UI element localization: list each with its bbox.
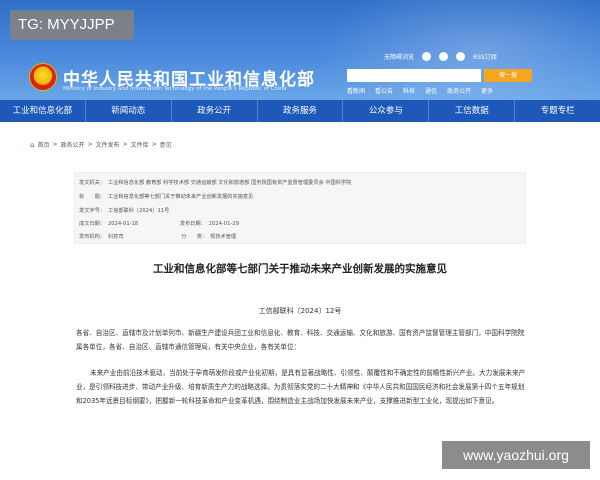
meta-value: 工业和信息化部等七部门关于推动未来产业创新发展的实施意见: [107, 194, 254, 200]
meta-value: 科技司: [107, 234, 124, 240]
meta-value: 2024-01-29: [208, 221, 239, 227]
hot-word-link[interactable]: 看新闻: [347, 86, 365, 95]
hot-word-link[interactable]: 更多: [481, 86, 493, 95]
breadcrumb: ⌂ 首页 > 政务公开 > 文件发布 > 文件库 > 意见: [30, 140, 172, 150]
meta-value: 2024-01-18: [107, 221, 139, 227]
nav-item-gov-affairs[interactable]: 政务公开: [172, 100, 258, 122]
meta-label: 分 类：: [181, 234, 208, 240]
meta-value: 工业和信息化部 教育部 科学技术部 交通运输部 文化和旅游部 国务院国有资产监督…: [107, 180, 352, 186]
top-links: 无障碍浏览 ▯ ● ◉ RSS订阅: [384, 52, 497, 61]
nav-item-topics[interactable]: 专题专栏: [515, 100, 600, 122]
nav-item-public-participation[interactable]: 公众参与: [343, 100, 430, 122]
document-number: 工信部联科〔2024〕12号: [258, 307, 342, 315]
meta-value: 工信部联科〔2024〕11号: [107, 208, 170, 214]
national-emblem-icon: [29, 63, 57, 91]
tg-overlay-label: TG: MYYJJPP: [10, 10, 134, 40]
meta-row-org: 发布机构： 科技司 分 类： 规技术管理: [79, 233, 236, 240]
mobile-icon[interactable]: ▯: [422, 52, 432, 61]
breadcrumb-item[interactable]: 意见: [160, 140, 172, 149]
meta-row-doc-no: 发文字号： 工信部联科〔2024〕11号: [79, 207, 169, 214]
weibo-icon[interactable]: ●: [439, 52, 449, 61]
accessibility-link[interactable]: 无障碍浏览: [384, 52, 414, 61]
meta-label: 发文字号：: [79, 208, 105, 214]
nav-item-news[interactable]: 新闻动态: [86, 100, 172, 122]
breadcrumb-item[interactable]: 政务公开: [61, 140, 85, 149]
site-subtitle: Ministry of Industry and Information Tec…: [63, 86, 287, 92]
meta-label: 成文日期：: [79, 221, 105, 227]
hot-word-link[interactable]: 政务公开: [447, 86, 471, 95]
document-meta-table: 发文机关： 工业和信息化部 教育部 科学技术部 交通运输部 文化和旅游部 国务院国…: [74, 172, 526, 244]
wechat-icon[interactable]: ◉: [456, 52, 466, 61]
meta-label: 发文机关：: [79, 180, 105, 186]
rss-link[interactable]: RSS订阅: [473, 52, 497, 61]
breadcrumb-item[interactable]: 首页: [37, 140, 49, 149]
search-input[interactable]: [347, 69, 481, 82]
meta-label: 发布日期：: [179, 221, 206, 227]
hot-word-link[interactable]: 看公告: [375, 86, 393, 95]
document-paragraph: 未来产业由前沿技术驱动，当前处于孕育萌发阶段或产业化初期，是具有显著战略性、引领…: [76, 369, 526, 405]
nav-item-data[interactable]: 工信数据: [429, 100, 516, 122]
search-button[interactable]: 搜一搜: [484, 69, 532, 82]
breadcrumb-item[interactable]: 文件库: [131, 140, 149, 149]
hot-words: 看新闻 看公告 科技 通信 政务公开 更多: [347, 86, 493, 95]
main-nav: 工业和信息化部 新闻动态 政务公开 政务服务 公众参与 工信数据 专题专栏: [0, 100, 600, 122]
hot-word-link[interactable]: 通信: [425, 86, 437, 95]
document-paragraph: 各省、自治区、直辖市及计划单列市、新疆生产建设兵团工业和信息化、教育、科技、交通…: [76, 329, 525, 351]
meta-value: 规技术管理: [210, 234, 237, 240]
meta-label: 标 题：: [79, 194, 105, 200]
document-title: 工业和信息化部等七部门关于推动未来产业创新发展的实施意见: [153, 263, 447, 275]
hot-word-link[interactable]: 科技: [403, 86, 415, 95]
nav-item-gov-services[interactable]: 政务服务: [258, 100, 344, 122]
home-icon: ⌂: [30, 140, 35, 149]
meta-row-issuer: 发文机关： 工业和信息化部 教育部 科学技术部 交通运输部 文化和旅游部 国务院国…: [79, 179, 351, 186]
meta-row-dates: 成文日期： 2024-01-18 发布日期： 2024-01-29: [79, 220, 239, 227]
breadcrumb-item[interactable]: 文件发布: [96, 140, 120, 149]
meta-row-subject: 标 题： 工业和信息化部等七部门关于推动未来产业创新发展的实施意见: [79, 193, 253, 200]
nav-item-home[interactable]: 工业和信息化部: [0, 100, 86, 122]
meta-label: 发布机构：: [79, 234, 105, 240]
watermark-label: www.yaozhui.org: [442, 441, 590, 469]
